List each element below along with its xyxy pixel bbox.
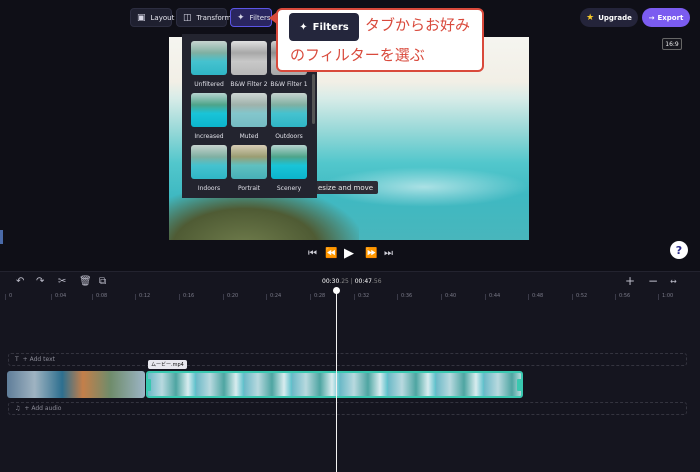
- filters-tab-label: Filters: [249, 13, 271, 22]
- upgrade-button[interactable]: ★ Upgrade: [580, 8, 638, 27]
- callout-pill-label: Filters: [312, 21, 349, 33]
- layout-icon: ▣: [137, 12, 146, 23]
- export-arrow-icon: →: [648, 13, 655, 22]
- total-time: 00:47: [354, 278, 372, 285]
- fit-timeline-icon[interactable]: ↔: [670, 277, 677, 286]
- total-time-frac: .56: [371, 278, 382, 285]
- ruler-tick: 0:32: [353, 293, 370, 300]
- ruler-tick: 0:40: [440, 293, 457, 300]
- filter-thumb-bw2[interactable]: [231, 41, 267, 75]
- skip-start-icon[interactable]: ⏮: [308, 248, 317, 259]
- filter-thumb-scenery[interactable]: [271, 145, 307, 179]
- ruler-tick: 0:36: [396, 293, 413, 300]
- help-button[interactable]: ?: [670, 241, 688, 259]
- export-label: Export: [657, 13, 684, 22]
- ruler-tick: 0:28: [309, 293, 326, 300]
- aspect-ratio-button[interactable]: 16:9: [662, 38, 682, 50]
- delete-icon[interactable]: 🗑: [79, 276, 92, 287]
- filter-label: B&W Filter 1: [270, 81, 308, 88]
- ruler-tick: 0:12: [134, 293, 151, 300]
- transform-icon: ◫: [183, 12, 192, 23]
- ruler-tick: 0:04: [50, 293, 67, 300]
- music-icon: ♫: [15, 405, 21, 412]
- text-icon: T: [15, 356, 19, 363]
- playhead-line[interactable]: [336, 288, 337, 472]
- filter-panel-scrollbar[interactable]: [312, 74, 315, 124]
- ruler-tick: 0:52: [571, 293, 588, 300]
- ruler-tick: 1:00: [657, 293, 674, 300]
- zoom-out-icon[interactable]: −: [648, 274, 658, 288]
- left-edge-tab[interactable]: [0, 230, 3, 244]
- resize-move-tooltip: esize and move: [313, 181, 379, 194]
- duplicate-icon[interactable]: ⧉: [99, 276, 106, 287]
- fast-forward-icon[interactable]: ⏩: [365, 248, 377, 259]
- current-time: 00:30: [322, 278, 340, 285]
- filters-tab[interactable]: ✦ Filters: [230, 8, 272, 27]
- clip-trim-handle-right[interactable]: [517, 379, 522, 391]
- transform-tab-label: Transform: [196, 13, 232, 22]
- ruler-tick: 0: [4, 293, 13, 300]
- play-icon[interactable]: ▶: [344, 246, 354, 261]
- callout-filters-badge: ✦ Filters: [289, 13, 359, 41]
- split-icon[interactable]: ✂: [58, 276, 66, 287]
- ruler-tick: 0:08: [91, 293, 108, 300]
- export-button[interactable]: → Export: [642, 8, 690, 27]
- filter-thumb-muted[interactable]: [231, 93, 267, 127]
- ruler-tick: 0:16: [178, 293, 195, 300]
- filter-thumb-unfiltered[interactable]: [191, 41, 227, 75]
- filter-label: Scenery: [276, 185, 302, 192]
- layout-tab-label: Layout: [150, 13, 175, 22]
- callout-text-line1: タブからお好み: [365, 16, 471, 34]
- clip-trim-handle-left[interactable]: [146, 379, 151, 391]
- time-ruler[interactable]: 0 0:04 0:08 0:12 0:16 0:20 0:24 0:28 0:3…: [0, 291, 700, 303]
- add-audio-label: + Add audio: [24, 405, 62, 412]
- ruler-tick: 0:20: [222, 293, 239, 300]
- add-text-track[interactable]: T + Add text: [8, 353, 687, 366]
- ruler-tick: 0:56: [614, 293, 631, 300]
- sparkle-icon: ✦: [299, 21, 308, 33]
- video-clip-2-selected[interactable]: [146, 371, 523, 398]
- filter-thumb-indoors[interactable]: [191, 145, 227, 179]
- filter-label: Outdoors: [275, 133, 303, 140]
- filter-thumb-portrait[interactable]: [231, 145, 267, 179]
- redo-icon[interactable]: ↷: [36, 276, 44, 287]
- upgrade-label: Upgrade: [598, 13, 632, 22]
- layout-tab[interactable]: ▣ Layout: [130, 8, 175, 27]
- add-text-label: + Add text: [22, 356, 55, 363]
- clip-name-badge: ムービー.mp4: [148, 360, 187, 369]
- filter-thumb-outdoors[interactable]: [271, 93, 307, 127]
- timecode: 00:30.25 | 00:47.56: [322, 278, 382, 285]
- rewind-icon[interactable]: ⏪: [325, 248, 337, 259]
- filter-thumb-increased[interactable]: [191, 93, 227, 127]
- transform-tab[interactable]: ◫ Transform: [176, 8, 231, 27]
- add-audio-track[interactable]: ♫ + Add audio: [8, 402, 687, 415]
- ruler-tick: 0:44: [484, 293, 501, 300]
- ruler-tick: 0:24: [265, 293, 282, 300]
- current-time-frac: .25: [339, 278, 349, 285]
- star-icon: ★: [586, 12, 595, 23]
- undo-icon[interactable]: ↶: [16, 276, 24, 287]
- playhead-handle[interactable]: [333, 287, 340, 294]
- zoom-in-icon[interactable]: +: [625, 274, 635, 288]
- callout-text-line2: のフィルターを選ぶ: [290, 46, 425, 64]
- ruler-tick: 0:48: [527, 293, 544, 300]
- skip-end-icon[interactable]: ⏭: [384, 248, 393, 259]
- sparkle-icon: ✦: [237, 12, 245, 23]
- video-clip-1[interactable]: [7, 371, 145, 398]
